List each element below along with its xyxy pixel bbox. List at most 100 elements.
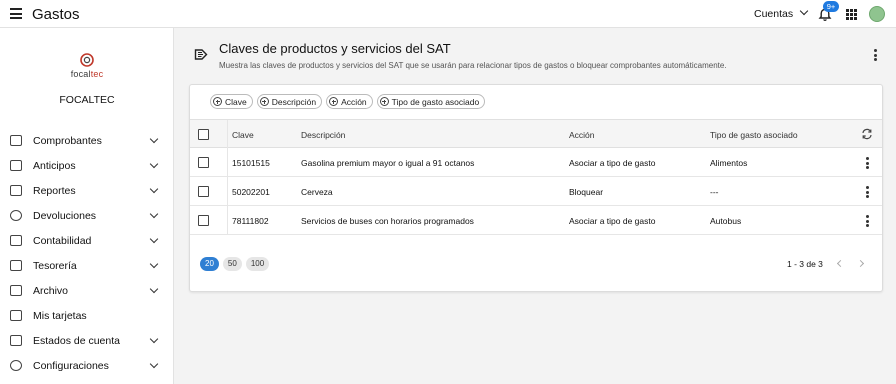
credit-card-icon [10, 310, 22, 321]
sidebar-item-label: Estados de cuenta [33, 335, 120, 347]
page-size-20-button[interactable]: 20 [200, 257, 219, 271]
filter-chip-label: Acción [341, 96, 367, 107]
column-header-tipo-gasto[interactable]: Tipo de gasto asociado [710, 130, 798, 140]
sat-keys-card: Clave Descripción Acción Tipo de gasto asoc… [189, 84, 883, 292]
page-subtitle: Muestra las claves de productos y servic… [219, 61, 727, 70]
column-header-accion[interactable]: Acción [569, 130, 595, 140]
sidebar-item-label: Contabilidad [33, 235, 92, 247]
sidebar-item-tesorería[interactable]: Tesorería [0, 253, 174, 278]
sidebar-item-label: Devoluciones [33, 210, 97, 222]
page-size-selector: 20 50 100 [200, 257, 270, 271]
notification-badge: 9+ [823, 1, 839, 12]
report-icon [10, 185, 22, 196]
archive-icon [10, 285, 22, 296]
row-more-options-icon[interactable] [866, 215, 869, 229]
cell-clave: 78111802 [232, 216, 269, 226]
hamburger-menu-icon[interactable] [10, 8, 22, 19]
page-more-options-icon[interactable] [874, 49, 877, 63]
cell-accion: Bloquear [569, 187, 604, 197]
sidebar-item-contabilidad[interactable]: Contabilidad [0, 228, 174, 253]
cell-tipo: Alimentos [710, 158, 748, 168]
sidebar-item-label: Archivo [33, 285, 69, 297]
filter-chip-2[interactable]: Acción [326, 94, 373, 109]
app-title: Gastos [32, 6, 80, 23]
sidebar-item-label: Mis tarjetas [33, 310, 87, 322]
cell-accion: Asociar a tipo de gasto [569, 158, 656, 168]
page-size-50-button[interactable]: 50 [222, 257, 242, 271]
chevron-down-icon[interactable] [149, 234, 159, 244]
cell-tipo: --- [710, 187, 719, 197]
sidebar-item-configuraciones[interactable]: Configuraciones [0, 353, 174, 378]
apps-grid-icon[interactable] [846, 9, 857, 20]
add-circle-icon [213, 97, 222, 106]
add-circle-icon [379, 97, 389, 106]
company-name: FOCALTEC [59, 94, 115, 106]
sidebar-item-anticipos[interactable]: Anticipos [0, 153, 174, 178]
receipt-icon [10, 135, 22, 146]
next-page-icon[interactable] [856, 259, 865, 268]
chevron-down-icon[interactable] [149, 184, 159, 194]
sidebar-item-reportes[interactable]: Reportes [0, 178, 174, 203]
chevron-down-icon[interactable] [149, 359, 159, 369]
row-checkbox[interactable] [198, 186, 209, 197]
cell-descripcion: Servicios de buses con horarios programa… [301, 216, 474, 226]
filter-chip-label: Tipo de gasto asociado [391, 96, 480, 107]
chevron-down-icon [799, 6, 809, 16]
row-checkbox[interactable] [198, 215, 209, 226]
cell-clave: 50202201 [232, 187, 270, 197]
sidebar: focaltec FOCALTEC Comprobantes Anticipos R… [0, 28, 174, 384]
cell-tipo: Autobus [710, 216, 742, 226]
row-more-options-icon[interactable] [866, 186, 869, 200]
add-circle-icon [259, 97, 269, 106]
filter-chip-3[interactable]: Tipo de gasto asociado [376, 94, 486, 109]
page-size-100-button[interactable]: 100 [245, 257, 270, 271]
cell-clave: 15101515 [232, 158, 270, 168]
accounts-label: Cuentas [754, 8, 794, 20]
sidebar-item-label: Configuraciones [33, 360, 109, 372]
filter-chip-label: Clave [225, 96, 247, 107]
table-header: Clave Descripción Acción Tipo de gasto a… [190, 119, 882, 149]
sidebar-item-mis-tarjetas[interactable]: Mis tarjetas [0, 303, 174, 328]
sidebar-item-estados-de-cuenta[interactable]: Estados de cuenta [0, 328, 174, 353]
sidebar-item-archivo[interactable]: Archivo [0, 278, 174, 303]
company-logo: focaltec [64, 52, 110, 80]
piggy-bank-icon [10, 260, 22, 271]
cell-descripcion: Gasolina premium mayor o igual a 91 octa… [301, 158, 475, 168]
sidebar-item-label: Reportes [33, 185, 76, 197]
avatar[interactable] [869, 6, 885, 22]
filter-chip-1[interactable]: Descripción [256, 94, 323, 109]
logo-text-part1: focal [70, 69, 91, 79]
table-row[interactable]: 78111802 Servicios de buses con horarios … [190, 206, 882, 235]
column-header-clave[interactable]: Clave [232, 130, 254, 140]
select-all-checkbox[interactable] [198, 129, 209, 140]
column-header-descripcion[interactable]: Descripción [301, 130, 345, 140]
bank-icon [10, 235, 22, 246]
filter-chips: Clave Descripción Acción Tipo de gasto asoc… [210, 94, 486, 109]
add-circle-icon [329, 97, 339, 106]
chevron-down-icon[interactable] [149, 134, 159, 144]
cell-accion: Asociar a tipo de gasto [569, 216, 656, 226]
row-checkbox[interactable] [198, 157, 209, 168]
refresh-icon[interactable] [861, 128, 873, 140]
sidebar-item-label: Comprobantes [33, 135, 102, 147]
logo-text-part2: tec [90, 69, 104, 79]
sidebar-item-devoluciones[interactable]: Devoluciones [0, 203, 174, 228]
chevron-down-icon[interactable] [149, 334, 159, 344]
row-more-options-icon[interactable] [866, 157, 869, 171]
pagination-range: 1 - 3 de 3 [787, 259, 823, 269]
previous-page-icon[interactable] [836, 259, 845, 268]
sidebar-item-label: Tesorería [33, 260, 77, 272]
sidebar-item-comprobantes[interactable]: Comprobantes [0, 128, 174, 153]
chevron-down-icon[interactable] [149, 159, 159, 169]
sidebar-nav: Comprobantes Anticipos Reportes Devolucione… [0, 128, 174, 378]
filter-chip-label: Descripción [271, 96, 317, 107]
table-row[interactable]: 15101515 Gasolina premium mayor o igual a… [190, 148, 882, 177]
page-title: Claves de productos y servicios del SAT [219, 41, 451, 56]
filter-chip-0[interactable]: Clave [210, 94, 253, 109]
accounts-dropdown[interactable]: Cuentas [754, 6, 809, 20]
wallet-icon [10, 160, 22, 171]
table-row[interactable]: 50202201 Cerveza Bloquear --- [190, 177, 882, 206]
chevron-down-icon[interactable] [149, 259, 159, 269]
chevron-down-icon[interactable] [149, 209, 159, 219]
chevron-down-icon[interactable] [149, 284, 159, 294]
